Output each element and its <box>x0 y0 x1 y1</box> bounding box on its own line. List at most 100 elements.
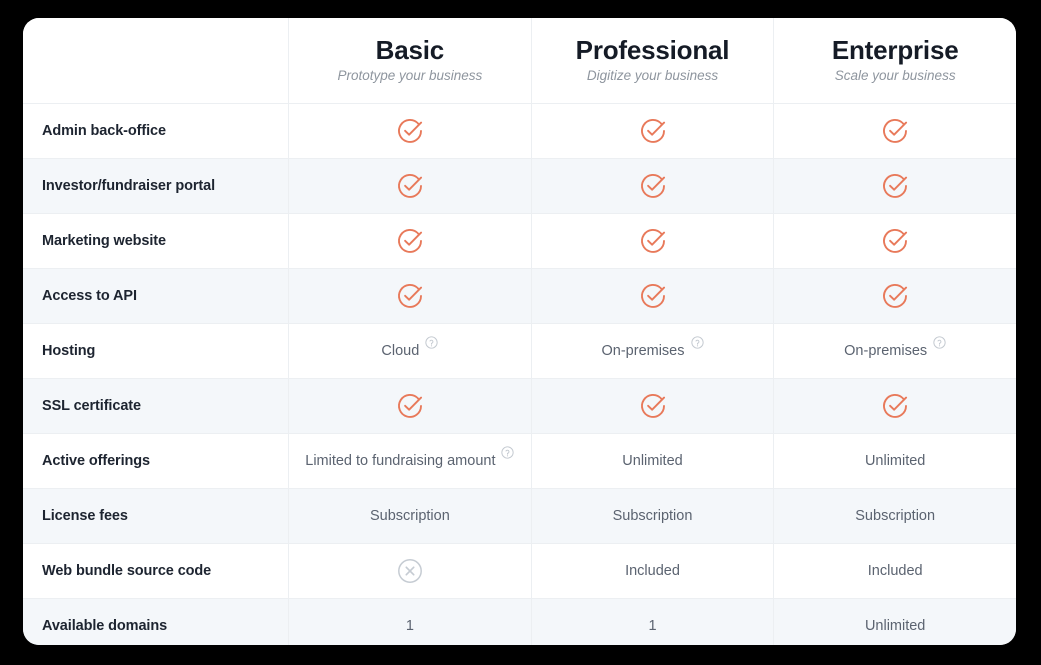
plan-value-cell: Unlimited <box>773 433 1016 489</box>
check-circle-icon <box>395 391 425 421</box>
check-circle-icon <box>638 391 668 421</box>
plan-header-enterprise: Enterprise Scale your business <box>773 18 1016 104</box>
plan-value-label: 1 <box>648 618 657 634</box>
plan-value-cell: Included <box>530 543 774 599</box>
check-circle-icon <box>395 226 425 256</box>
check-circle-icon <box>638 226 668 256</box>
check-circle-icon <box>395 281 425 311</box>
plan-value-cell <box>288 213 531 269</box>
table-row: License fees Subscription Subscription Subs… <box>23 488 1016 544</box>
cross-circle-icon <box>396 557 424 585</box>
plan-value-label: Cloud <box>381 343 420 359</box>
table-header: Basic Prototype your business Profession… <box>23 18 1016 104</box>
plan-value-cell <box>773 268 1016 324</box>
plan-value-cell <box>288 158 531 214</box>
feature-label: Active offerings <box>42 453 150 469</box>
check-circle-icon <box>880 226 910 256</box>
table-row: Investor/fundraiser portal <box>23 158 1016 214</box>
check-circle-icon <box>395 171 425 201</box>
plan-tagline-basic: Prototype your business <box>337 68 483 84</box>
check-circle-icon <box>880 391 910 421</box>
plan-value-cell: 1 <box>288 598 531 645</box>
plan-value-label: Unlimited <box>622 453 683 469</box>
plan-value-label: Included <box>625 563 680 579</box>
feature-label: License fees <box>42 508 128 524</box>
feature-cell: License fees <box>23 488 289 544</box>
plan-value-cell: 1 <box>530 598 774 645</box>
check-circle-icon <box>880 281 910 311</box>
plan-value-cell: On-premises <box>530 323 774 379</box>
feature-cell: Hosting <box>23 323 289 379</box>
check-circle-icon <box>638 281 668 311</box>
feature-label: Access to API <box>42 288 137 304</box>
plan-value-label: Unlimited <box>864 618 926 634</box>
feature-cell: Admin back-office <box>23 103 289 159</box>
plan-name-basic: Basic <box>375 34 445 65</box>
plan-value-label: Unlimited <box>864 453 926 469</box>
plan-header-basic: Basic Prototype your business <box>288 18 531 104</box>
feature-cell: Marketing website <box>23 213 289 269</box>
info-question-icon[interactable] <box>690 335 704 353</box>
plan-value-label: Subscription <box>612 508 693 524</box>
info-question-icon[interactable] <box>425 335 438 353</box>
plan-value-cell: Subscription <box>288 488 531 544</box>
feature-label: Web bundle source code <box>42 563 212 579</box>
check-circle-icon <box>880 116 910 146</box>
table-row: Marketing website <box>23 213 1016 269</box>
page-background: Basic Prototype your business Profession… <box>0 0 1041 665</box>
plan-value-label: Subscription <box>369 508 450 524</box>
table-row: Available domains 1 1 Unlimited <box>23 598 1016 645</box>
plan-value-cell <box>288 543 531 599</box>
feature-cell: SSL certificate <box>23 378 289 434</box>
table-row: Admin back-office <box>23 103 1016 159</box>
feature-cell: Investor/fundraiser portal <box>23 158 289 214</box>
check-circle-icon <box>638 116 668 146</box>
plan-value-cell: Included <box>773 543 1016 599</box>
info-question-icon[interactable] <box>501 445 515 463</box>
feature-column-header <box>23 18 289 104</box>
plan-value-cell: Unlimited <box>773 598 1016 645</box>
plan-header-professional: Professional Digitize your business <box>530 18 774 104</box>
feature-label: Investor/fundraiser portal <box>42 178 216 194</box>
check-circle-icon <box>638 171 668 201</box>
plan-value-label: On-premises <box>844 343 928 359</box>
table-body: Admin back-office Investor/fundraiser por… <box>23 103 1016 645</box>
header-row: Basic Prototype your business Profession… <box>23 18 1016 104</box>
check-circle-icon <box>880 171 910 201</box>
plan-value-cell <box>773 378 1016 434</box>
plan-tagline-enterprise: Scale your business <box>834 68 956 84</box>
feature-label: Available domains <box>42 618 168 634</box>
plan-value-cell: Subscription <box>773 488 1016 544</box>
plan-value-cell: Subscription <box>530 488 774 544</box>
pricing-comparison-card: Basic Prototype your business Profession… <box>23 18 1016 645</box>
plan-value-label: Subscription <box>855 508 936 524</box>
feature-cell: Active offerings <box>23 433 289 489</box>
table-row: Access to API <box>23 268 1016 324</box>
plan-name-enterprise: Enterprise <box>831 34 959 65</box>
table-row: SSL certificate <box>23 378 1016 434</box>
info-question-icon[interactable] <box>933 335 946 353</box>
feature-label: Marketing website <box>42 233 166 249</box>
feature-cell: Access to API <box>23 268 289 324</box>
plan-value-cell: On-premises <box>773 323 1016 379</box>
plan-tagline-professional: Digitize your business <box>586 68 719 84</box>
plan-name-professional: Professional <box>575 34 730 65</box>
plan-value-cell: Unlimited <box>530 433 774 489</box>
table-row: Active offerings Limited to fundraising a… <box>23 433 1016 489</box>
plan-value-cell: Cloud <box>288 323 531 379</box>
table-row: Web bundle source code Included Included <box>23 543 1016 599</box>
plan-value-label: On-premises <box>601 343 685 359</box>
plan-value-cell <box>288 378 531 434</box>
plan-value-cell <box>530 268 774 324</box>
plan-value-cell <box>530 158 774 214</box>
plan-value-cell <box>530 103 774 159</box>
plan-value-label: Included <box>867 563 923 579</box>
plan-value-cell <box>288 103 531 159</box>
feature-label: Hosting <box>42 343 96 359</box>
plan-value-cell <box>530 213 774 269</box>
plan-value-label: 1 <box>405 618 414 634</box>
feature-cell: Available domains <box>23 598 289 645</box>
plan-comparison-table: Basic Prototype your business Profession… <box>23 18 1016 645</box>
feature-label: SSL certificate <box>42 398 141 414</box>
feature-label: Admin back-office <box>42 123 166 139</box>
